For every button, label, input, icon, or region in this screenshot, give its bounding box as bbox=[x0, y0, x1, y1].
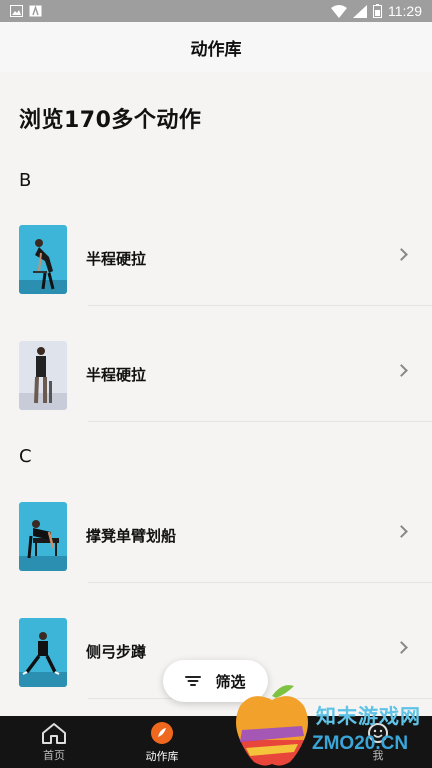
exercise-name: 侧弓步蹲 bbox=[86, 643, 147, 661]
tab-exercise-library[interactable]: 动作库 bbox=[108, 716, 216, 768]
exercise-library-icon bbox=[151, 721, 173, 744]
chevron-right-icon bbox=[395, 248, 408, 261]
system-status: 11:29 bbox=[331, 3, 422, 19]
exercise-row[interactable]: 半程硬拉 bbox=[0, 306, 432, 422]
page-title: 动作库 bbox=[190, 39, 242, 60]
list-heading: 浏览170多个动作 bbox=[19, 108, 202, 133]
clock: 11:29 bbox=[388, 3, 422, 19]
watermark-text: 知末游戏网 bbox=[316, 704, 421, 728]
exercise-name: 撑凳单臂划船 bbox=[86, 527, 177, 545]
status-bar: 11:29 bbox=[0, 0, 432, 22]
exercise-name: 半程硬拉 bbox=[86, 250, 147, 268]
exercise-name: 半程硬拉 bbox=[86, 366, 147, 384]
chevron-right-icon bbox=[395, 364, 408, 377]
section-letter-b: B bbox=[19, 170, 32, 191]
tab-exercise-library-label: 动作库 bbox=[145, 749, 179, 763]
exercise-row[interactable]: 半程硬拉 bbox=[0, 190, 432, 306]
chevron-right-icon bbox=[395, 641, 408, 654]
filter-lines-icon bbox=[185, 675, 202, 687]
tab-home[interactable]: 首页 bbox=[0, 716, 108, 768]
site-watermark: 知末游戏网 ZMO20.CN bbox=[232, 678, 432, 768]
tab-home-label: 首页 bbox=[43, 748, 65, 762]
top-header: 动作库 bbox=[0, 22, 432, 72]
notification-icons bbox=[10, 5, 42, 17]
image-notification-icon bbox=[10, 5, 23, 17]
exercise-thumbnail bbox=[19, 502, 67, 571]
section-letter-c: C bbox=[19, 446, 32, 467]
watermark-domain: ZMO20.CN bbox=[312, 733, 409, 754]
signal-icon bbox=[353, 4, 367, 18]
exercise-row[interactable]: 撑凳单臂划船 bbox=[0, 467, 432, 583]
wifi-icon bbox=[331, 4, 347, 18]
app-notification-icon bbox=[29, 5, 42, 17]
apple-logo bbox=[236, 685, 308, 766]
exercise-thumbnail bbox=[19, 618, 67, 687]
chevron-right-icon bbox=[395, 525, 408, 538]
exercise-thumbnail bbox=[19, 341, 67, 410]
exercise-thumbnail bbox=[19, 225, 67, 294]
battery-icon bbox=[373, 4, 382, 18]
home-icon bbox=[42, 722, 66, 744]
exercise-list[interactable]: 浏览170多个动作 B 半程硬拉 半程硬拉 C 撑凳单臂划船 侧弓步蹲 bbox=[0, 72, 432, 716]
divider bbox=[88, 421, 432, 422]
